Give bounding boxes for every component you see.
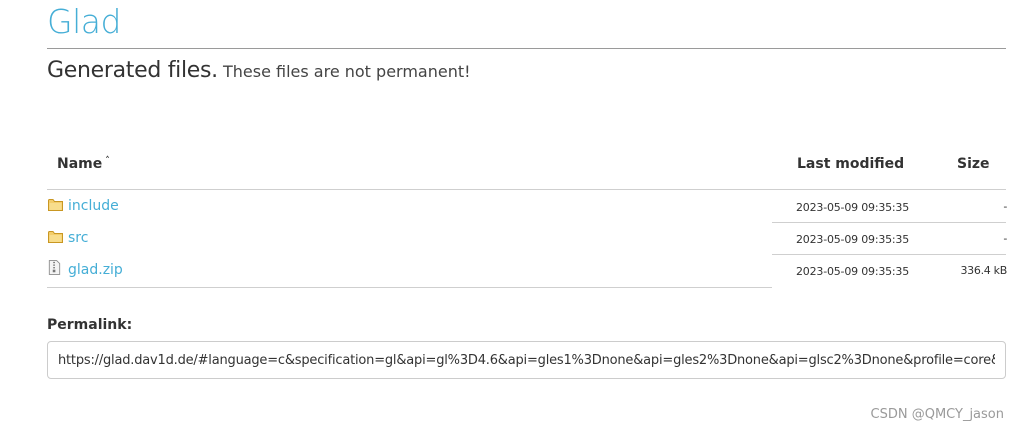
- column-header-last-modified[interactable]: Last modified: [797, 156, 904, 172]
- file-link-include[interactable]: include: [68, 198, 119, 214]
- folder-icon: [48, 199, 63, 211]
- permalink-input[interactable]: [47, 341, 1006, 379]
- column-header-size[interactable]: Size: [957, 156, 990, 172]
- file-size: -: [1003, 200, 1007, 213]
- table-row: glad.zip 2023-05-09 09:35:35 336.4 kB: [47, 254, 1007, 286]
- page-heading: Generated files. These files are not per…: [47, 58, 471, 83]
- permalink-label: Permalink:: [47, 317, 133, 333]
- table-row: include 2023-05-09 09:35:35 -: [47, 190, 1007, 222]
- page-title: Generated files.: [47, 58, 218, 83]
- page-subtitle: These files are not permanent!: [222, 62, 471, 81]
- zip-file-icon: [48, 260, 61, 275]
- file-link-glad-zip[interactable]: glad.zip: [68, 262, 123, 278]
- header-divider: [47, 48, 1006, 49]
- column-header-name-label: Name: [57, 156, 103, 172]
- modified-date: 2023-05-09 09:35:35: [796, 233, 910, 246]
- file-size: -: [1003, 232, 1007, 245]
- modified-date: 2023-05-09 09:35:35: [796, 201, 910, 214]
- sort-ascending-icon: ˄: [105, 156, 110, 166]
- modified-date: 2023-05-09 09:35:35: [796, 265, 910, 278]
- file-link-src[interactable]: src: [68, 230, 88, 246]
- folder-icon: [48, 231, 63, 243]
- csdn-watermark: CSDN @QMCY_jason: [870, 407, 1004, 422]
- column-header-name[interactable]: Name ˄: [57, 156, 110, 172]
- table-bottom-divider: [47, 287, 772, 288]
- file-size: 336.4 kB: [960, 264, 1007, 277]
- table-row: src 2023-05-09 09:35:35 -: [47, 222, 1007, 254]
- brand-logo-link[interactable]: Glad: [47, 2, 121, 41]
